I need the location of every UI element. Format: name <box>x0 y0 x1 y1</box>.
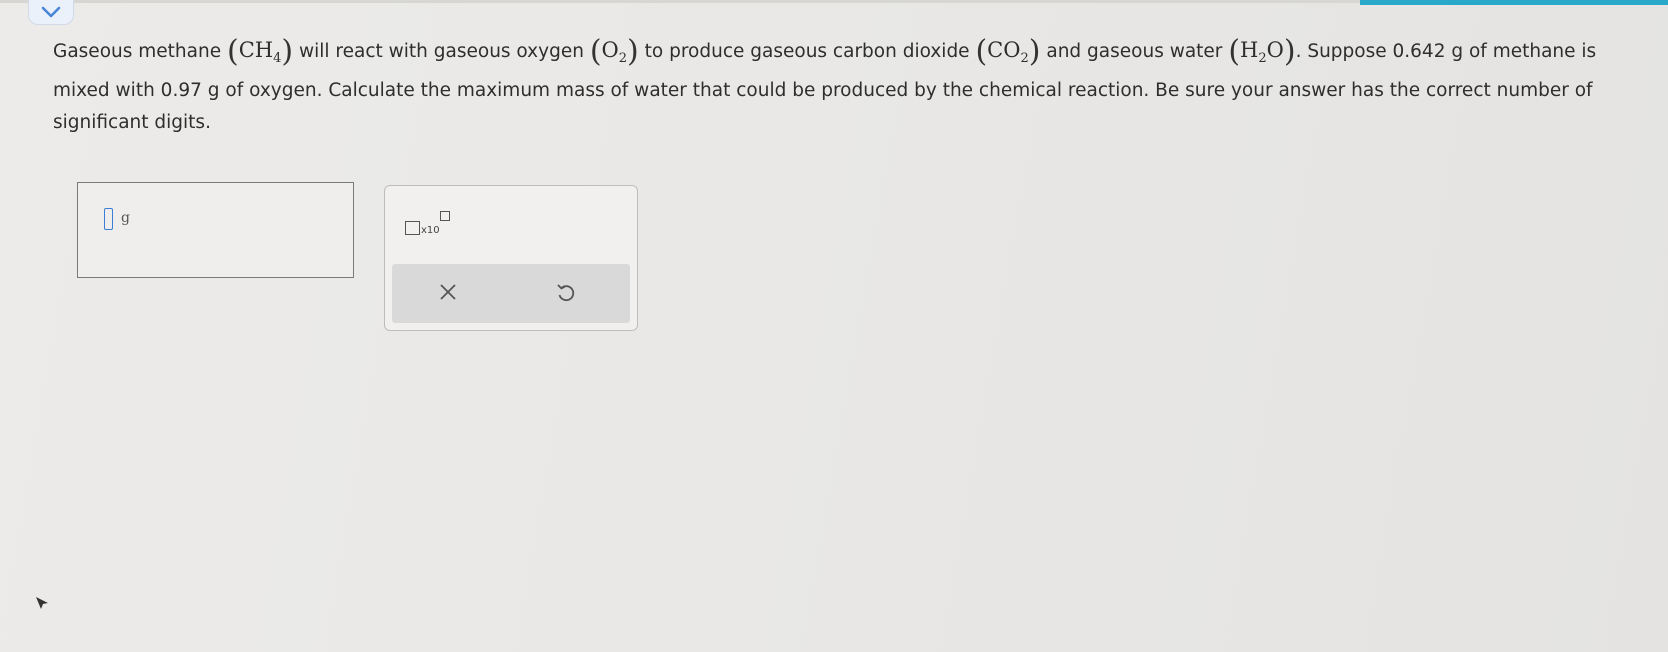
top-accent-bar <box>1360 0 1668 5</box>
question-part-3: to produce gaseous carbon dioxide <box>644 41 970 62</box>
answer-input[interactable] <box>104 208 113 230</box>
chevron-down-icon <box>41 3 61 22</box>
formula-oxygen: (O2) <box>589 34 639 69</box>
mouse-pointer-icon <box>34 595 50 615</box>
undo-button[interactable] <box>552 281 578 307</box>
scientific-notation-button[interactable]: x10 <box>405 211 465 241</box>
question-part-1: Gaseous methane <box>53 41 222 62</box>
x10-label: x10 <box>421 225 440 236</box>
x-icon <box>439 283 457 305</box>
base-box-icon <box>405 221 420 235</box>
collapse-button[interactable] <box>28 0 74 25</box>
undo-icon <box>555 282 575 306</box>
question-part-4: and gaseous water <box>1046 41 1223 62</box>
unit-label: g <box>121 210 130 226</box>
clear-button[interactable] <box>435 281 461 307</box>
math-tool-panel: x10 <box>384 185 638 331</box>
formula-methane: (CH4) <box>226 34 294 69</box>
formula-carbon-dioxide: (CO2) <box>975 34 1041 69</box>
formula-water: (H2O) <box>1228 34 1296 69</box>
question-part-2: will react with gaseous oxygen <box>298 41 584 62</box>
answer-box: g <box>77 182 354 278</box>
question-text: Gaseous methane (CH4) will react with ga… <box>53 34 1633 139</box>
exponent-box-icon <box>440 211 450 221</box>
action-bar <box>392 264 630 323</box>
